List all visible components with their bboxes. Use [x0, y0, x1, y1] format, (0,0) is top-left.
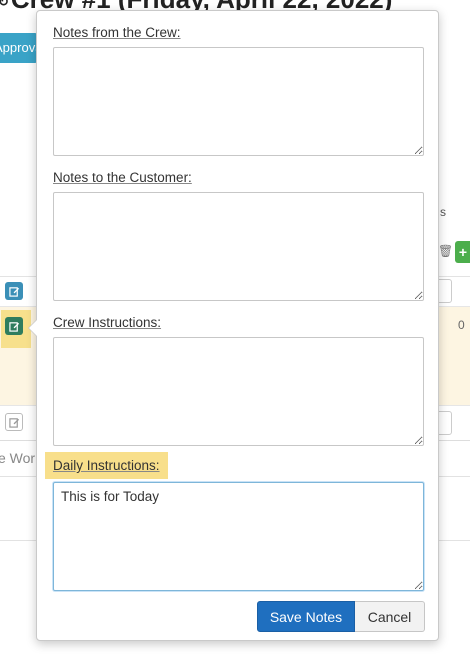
save-notes-button[interactable]: Save Notes [257, 601, 355, 632]
notes-popover: Notes from the Crew: Notes to the Custom… [28, 10, 439, 641]
edit-icon[interactable] [5, 282, 23, 300]
refresh-icon: ↻ [0, 0, 9, 9]
add-button[interactable]: + [455, 241, 470, 263]
edit-icon[interactable] [5, 413, 23, 431]
edit-icon[interactable] [5, 317, 23, 335]
notes-to-customer-textarea[interactable] [53, 192, 424, 301]
notes-to-customer-label: Notes to the Customer: [53, 170, 192, 185]
crew-instructions-label: Crew Instructions: [53, 315, 162, 330]
trash-icon[interactable]: 🗑 [438, 244, 453, 258]
crew-instructions-textarea[interactable] [53, 337, 424, 446]
daily-instructions-label: Daily Instructions: [45, 452, 168, 479]
count-text: 0 [458, 318, 465, 332]
popover-arrow [28, 319, 37, 337]
daily-instructions-textarea[interactable]: This is for Today [53, 482, 424, 591]
cancel-button[interactable]: Cancel [355, 601, 425, 632]
work-label: e Wor [0, 450, 36, 466]
notes-from-crew-textarea[interactable] [53, 47, 424, 156]
approval-button[interactable]: Approval [0, 33, 38, 63]
side-text: s [440, 205, 446, 219]
notes-from-crew-label: Notes from the Crew: [53, 25, 181, 40]
